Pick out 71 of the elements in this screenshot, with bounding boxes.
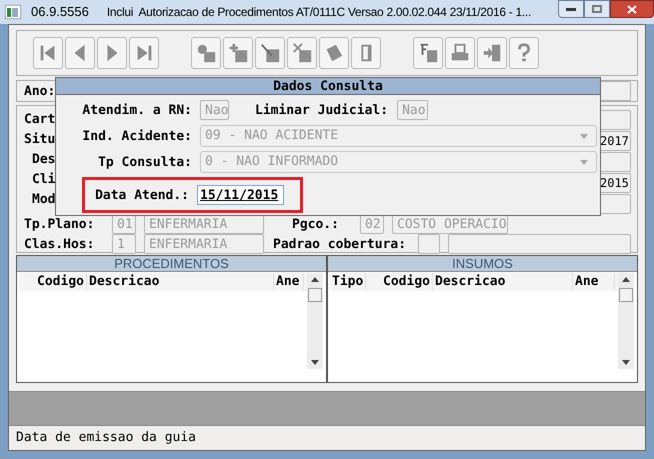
date-field[interactable]: 15/11/2015 [197,185,284,205]
toolbar-button[interactable] [287,37,317,69]
column-header[interactable]: Codigo [366,273,433,291]
toolbar-button[interactable] [65,37,95,69]
dropdown-arrow-icon [580,134,588,138]
maximize-icon [592,5,602,13]
field-label: Situ [24,133,56,146]
field-label: Clas.Hos: [24,238,96,250]
scroll-down-icon [311,360,319,365]
toolbar-button[interactable] [97,37,127,69]
field-label: Pgco.: [292,218,340,230]
add-document-icon [227,42,249,64]
scrollbar[interactable] [618,273,634,369]
scroll-down-icon [622,360,630,365]
scroll-up-icon [622,277,630,282]
close-icon [627,4,637,14]
coverage-code-field[interactable] [418,234,440,254]
side-field[interactable] [599,152,631,172]
toolbar-button[interactable] [319,37,349,69]
toolbar-button[interactable] [351,37,381,69]
field-label: Cart [24,113,56,126]
dropdown-arrow-icon [580,160,588,164]
field-label: Des [32,153,56,166]
field-label: Mod [32,193,56,206]
close-button[interactable] [610,0,654,18]
field-label: Tp.Plano: [24,218,96,230]
key-icon [195,42,217,64]
dialog-title: Dados Consulta [56,78,600,95]
field-label: Atendim. a RN: [81,104,192,116]
minimize-button[interactable] [558,0,584,18]
app-icon [5,5,21,19]
scroll-thumb[interactable] [308,288,322,302]
side-field[interactable] [599,194,631,214]
toolbar-button[interactable] [509,37,539,69]
field-label: Liminar Judicial: [255,104,388,116]
field-label: Tp Consulta: [97,156,192,168]
toolbar-button[interactable] [477,37,507,69]
side-field[interactable] [599,110,631,130]
column-header[interactable]: Ane [274,273,304,291]
column-header[interactable]: Descricao [87,273,274,291]
exit-icon [481,42,503,64]
scroll-thumb[interactable] [619,288,633,302]
toolbar-button[interactable] [129,37,159,69]
field-label: Ind. Acidente: [81,130,192,142]
column-header[interactable]: Descricao [433,273,573,291]
edit-document-icon [259,42,281,64]
field-label: Ano: [24,84,56,98]
scroll-up-icon [311,277,319,282]
toolbar-button[interactable] [445,37,475,69]
toolbar-button[interactable] [413,37,443,69]
toolbar-button[interactable] [33,37,63,69]
field-label: Cli [32,173,56,186]
column-header[interactable]: Tipo [330,273,366,291]
scrollbar[interactable] [307,273,323,369]
field-label: Padrao cobertura: [273,238,408,250]
field-label: Data Atend.: [94,188,189,202]
status-text: Data de emissao da guia [16,429,196,448]
column-header[interactable]: Ane [573,273,615,291]
toolbar-button[interactable] [223,37,253,69]
toolbar-button[interactable] [191,37,221,69]
toolbar-button[interactable] [255,37,285,69]
column-header[interactable]: Codigo [19,273,87,291]
side-field[interactable]: 2015 [599,173,631,193]
window-title: Inclui Autorizacao de Procedimentos AT/0111C Versao 2.00.02.044 23/11/2016 - 1... [106,4,531,21]
grid-title: INSUMOS [328,256,637,272]
window-code: 06.9.5556 [31,3,89,22]
side-field[interactable]: 2017 [599,131,631,151]
maximize-button[interactable] [584,0,610,18]
grid-title: PROCEDIMENTOS [17,256,326,272]
delete-document-icon [291,42,313,64]
minimize-icon [566,8,576,10]
